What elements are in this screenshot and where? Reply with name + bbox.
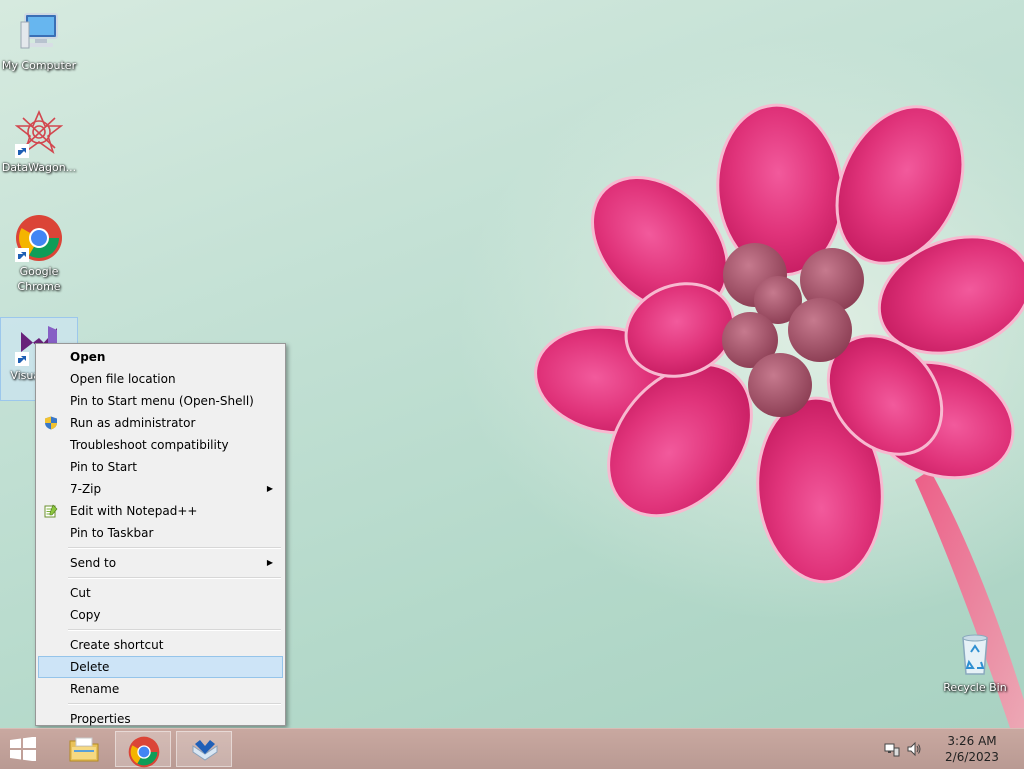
menu-item-rename[interactable]: Rename	[38, 678, 283, 700]
datawagon-icon	[14, 109, 64, 158]
desktop-icon-recycle-bin[interactable]: Recycle Bin	[937, 630, 1013, 695]
shortcut-arrow-icon	[15, 248, 29, 262]
context-menu: Open Open file location Pin to Start men…	[35, 343, 286, 726]
desktop-icon-label: My Computer	[1, 59, 77, 72]
volume-icon[interactable]	[906, 741, 922, 757]
menu-item-pin-to-start-menu-open-shell[interactable]: Pin to Start menu (Open-Shell)	[38, 390, 283, 412]
system-tray: 3:26 AM 2/6/2023	[884, 729, 1024, 769]
clock-time: 3:26 AM	[947, 734, 997, 748]
desktop-icon-label: Recycle Bin	[943, 681, 1007, 694]
desktop-icon-datawagon[interactable]: DataWagon...	[1, 109, 77, 175]
folder-icon	[69, 737, 99, 762]
menu-item-delete[interactable]: Delete	[38, 656, 283, 678]
menu-item-run-as-administrator[interactable]: Run as administrator	[38, 412, 283, 434]
recycle-bin-icon	[951, 630, 999, 678]
menu-item-copy[interactable]: Copy	[38, 604, 283, 626]
menu-item-create-shortcut[interactable]: Create shortcut	[38, 634, 283, 656]
taskbar-app-button[interactable]	[176, 731, 232, 767]
network-icon[interactable]	[884, 741, 900, 757]
menu-separator	[68, 577, 281, 579]
clock-date: 2/6/2023	[945, 750, 999, 764]
uac-shield-icon	[45, 416, 57, 430]
menu-separator	[68, 629, 281, 631]
desktop-icon-my-computer[interactable]: My Computer	[1, 8, 77, 73]
menu-item-troubleshoot-compatibility[interactable]: Troubleshoot compatibility	[38, 434, 283, 456]
start-button[interactable]	[8, 736, 40, 762]
desktop-icon-label: DataWagon...	[1, 161, 77, 174]
shortcut-arrow-icon	[15, 352, 29, 366]
menu-separator	[68, 703, 281, 705]
menu-item-properties[interactable]: Properties	[38, 708, 283, 728]
clock[interactable]: 3:26 AM 2/6/2023	[942, 733, 1002, 765]
notepad-plus-plus-icon	[44, 504, 58, 518]
windows-logo-icon	[10, 736, 36, 762]
menu-item-cut[interactable]: Cut	[38, 582, 283, 604]
desktop-icon-google-chrome[interactable]: Google Chrome	[1, 214, 77, 294]
taskbar-chrome-button[interactable]	[115, 731, 171, 768]
menu-item-open[interactable]: Open	[38, 346, 283, 368]
desktop[interactable]: My Computer DataWagon... Google Chrome V…	[0, 0, 1024, 728]
taskbar: 3:26 AM 2/6/2023	[0, 728, 1024, 769]
menu-separator	[68, 547, 281, 549]
menu-item-open-file-location[interactable]: Open file location	[38, 368, 283, 390]
chrome-icon	[15, 214, 63, 262]
menu-item-edit-with-notepad-plus-plus[interactable]: Edit with Notepad++	[38, 500, 283, 522]
taskbar-file-explorer-button[interactable]	[56, 731, 112, 767]
menu-item-7-zip[interactable]: 7-Zip ▶	[38, 478, 283, 500]
app-icon	[192, 740, 218, 761]
menu-item-send-to[interactable]: Send to ▶	[38, 552, 283, 574]
submenu-arrow-icon: ▶	[266, 558, 273, 567]
menu-item-pin-to-taskbar[interactable]: Pin to Taskbar	[38, 522, 283, 544]
computer-icon	[15, 8, 63, 56]
shortcut-arrow-icon	[15, 144, 29, 158]
desktop-icon-label: Google Chrome	[17, 265, 61, 293]
chrome-icon	[128, 736, 160, 768]
menu-item-pin-to-start[interactable]: Pin to Start	[38, 456, 283, 478]
submenu-arrow-icon: ▶	[266, 484, 273, 493]
